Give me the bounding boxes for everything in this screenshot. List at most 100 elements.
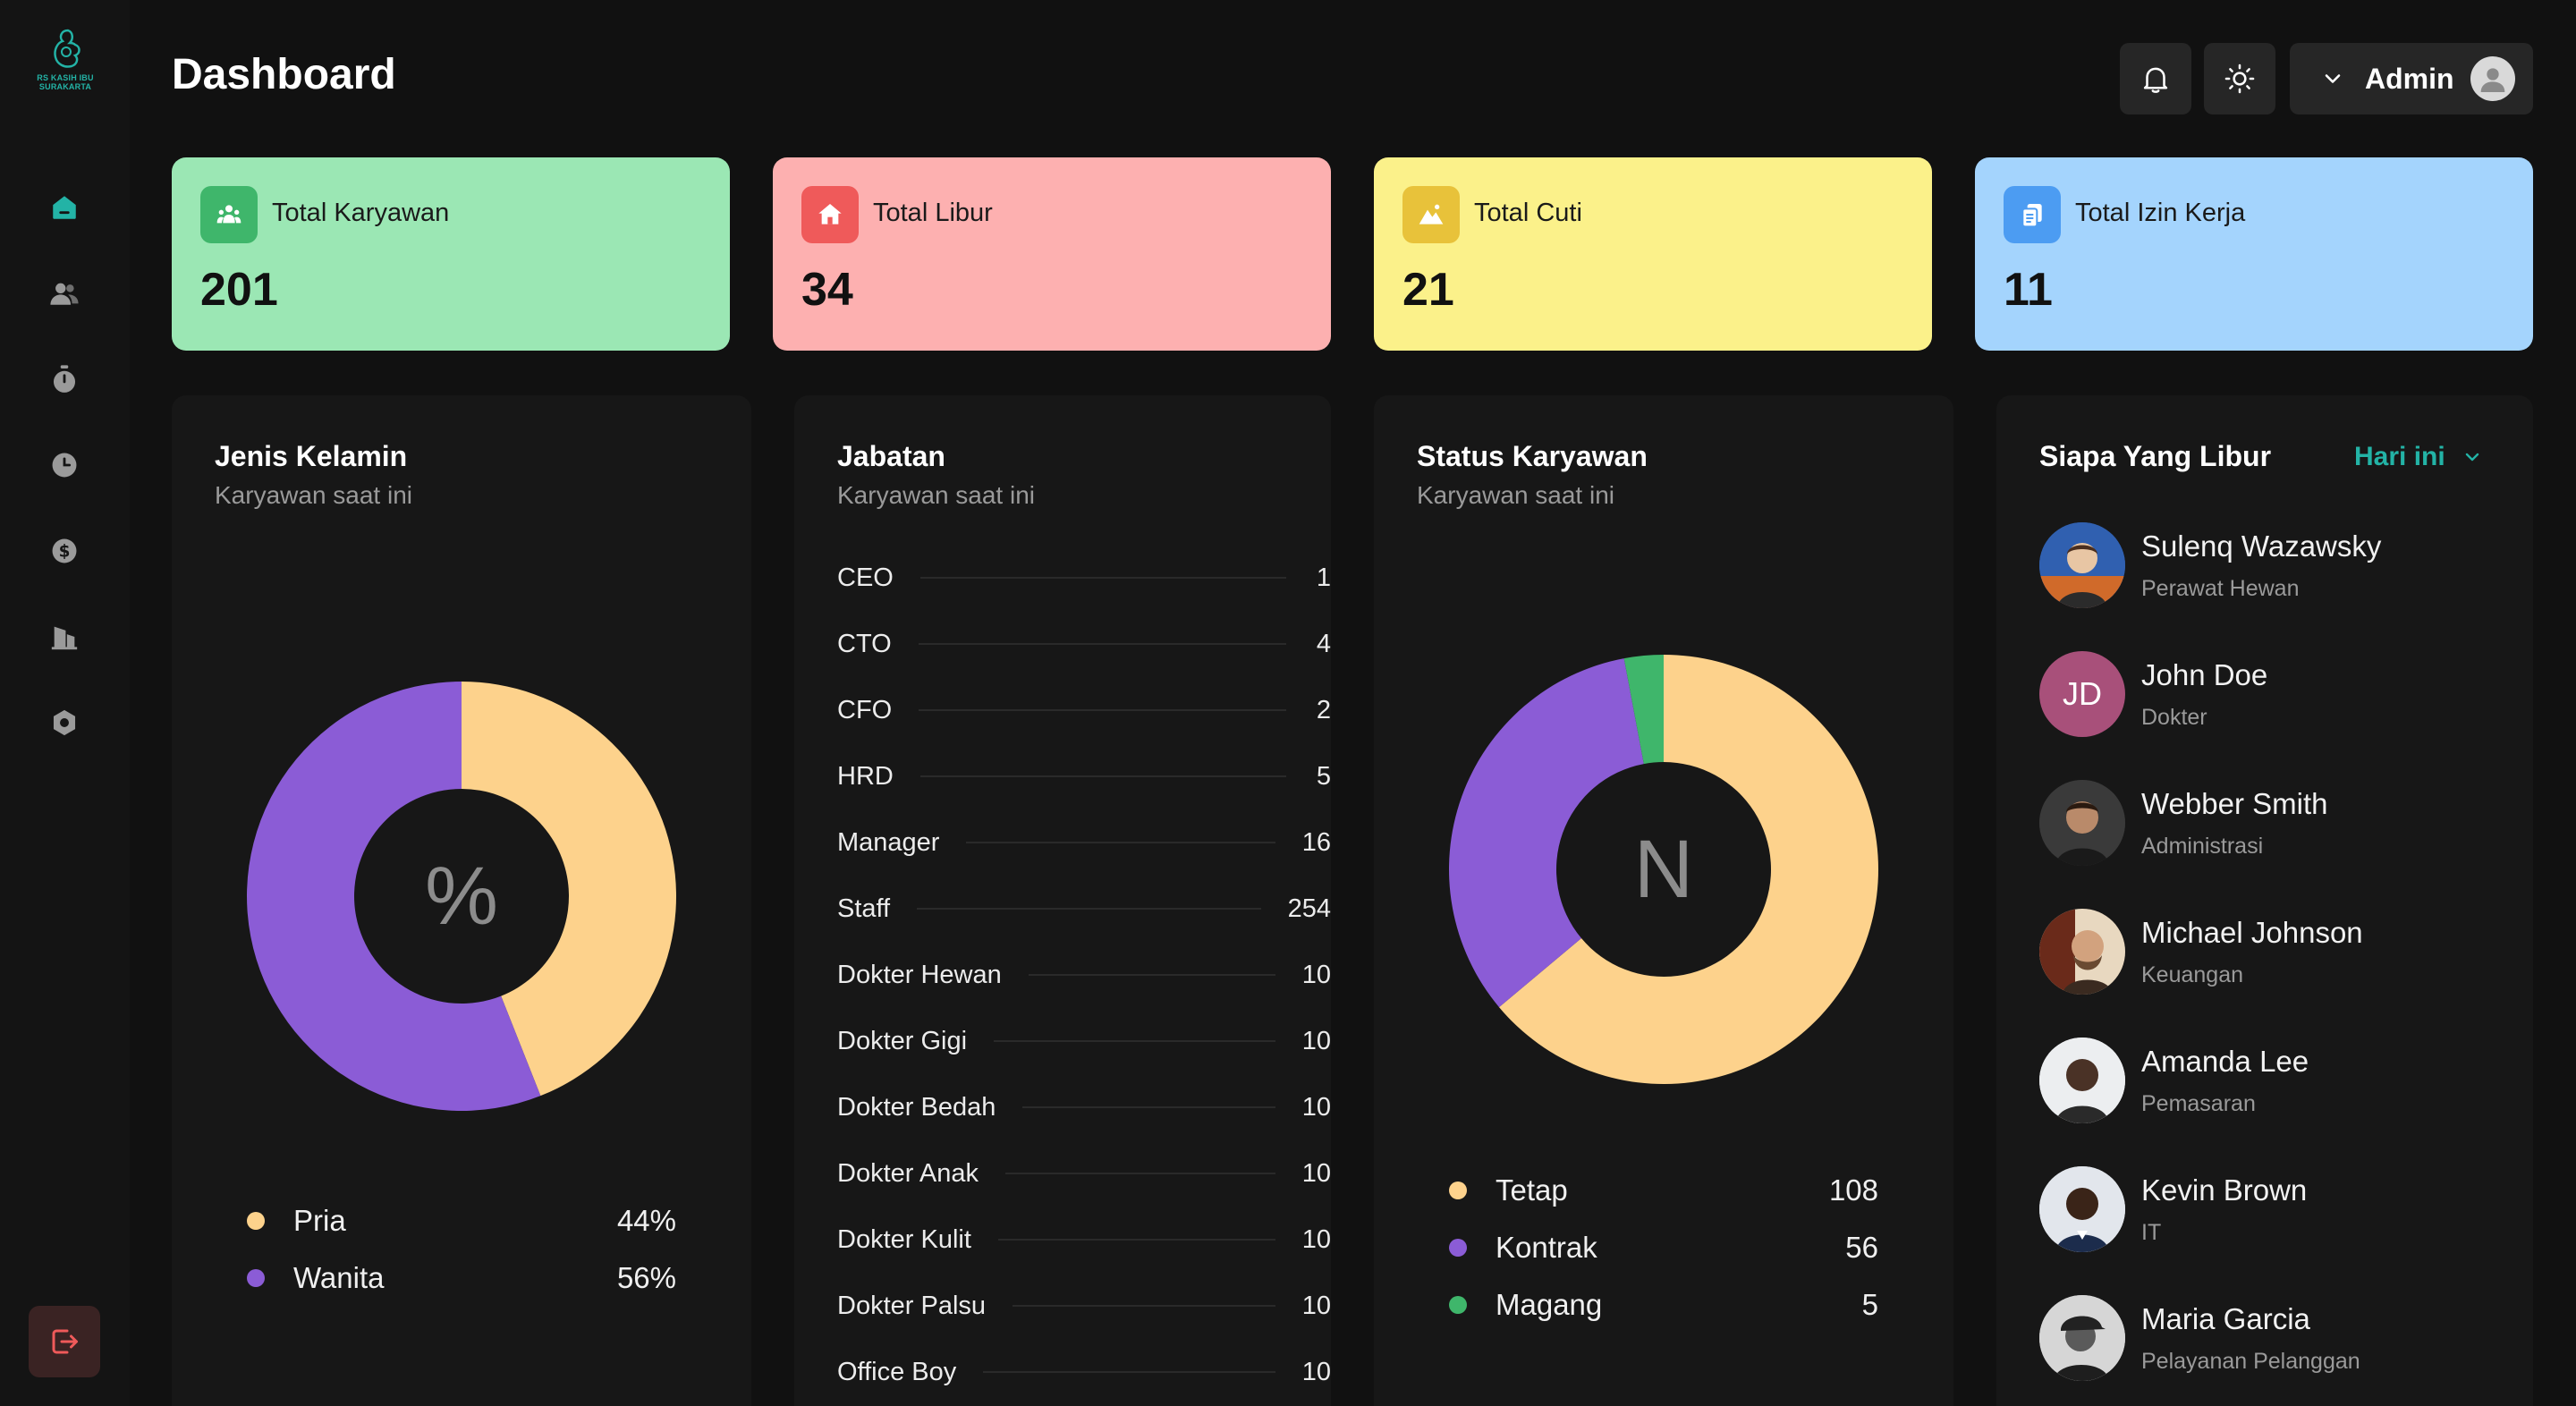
- stat-icon-box: [200, 186, 258, 243]
- chevron-down-icon: [2465, 453, 2479, 462]
- panel-subtitle: Karyawan saat ini: [837, 481, 1036, 509]
- sidebar-item-departments[interactable]: [45, 617, 84, 656]
- person-item[interactable]: Kevin Brown IT: [2039, 1165, 2307, 1254]
- avatar: JD: [2039, 651, 2125, 737]
- legend-label: Tetap: [1496, 1173, 1568, 1207]
- job-count: 10: [1301, 1291, 1331, 1320]
- panel-subtitle: Karyawan saat ini: [1417, 481, 1615, 509]
- person-item[interactable]: Maria Garcia Pelayanan Pelanggan: [2039, 1293, 2360, 1383]
- stat-icon-box: [2004, 186, 2061, 243]
- job-label: Staff: [837, 894, 891, 923]
- job-count: 5: [1316, 761, 1331, 791]
- legend-value: 56: [1845, 1231, 1878, 1264]
- job-label: Dokter Palsu: [837, 1291, 987, 1320]
- row-divider: [1022, 1106, 1275, 1108]
- list-item: Dokter Anak 10: [837, 1156, 1331, 1191]
- theme-toggle-button[interactable]: [2204, 43, 2275, 114]
- list-item: Dokter Kulit 10: [837, 1222, 1331, 1258]
- user-avatar-icon: [2480, 68, 2504, 92]
- row-divider: [919, 709, 1286, 711]
- row-divider: [918, 643, 1286, 645]
- person-role: Perawat Hewan: [2141, 575, 2300, 601]
- row-divider: [994, 1040, 1275, 1042]
- person-photo: [2039, 780, 2125, 866]
- logo-mother-child-icon: [54, 29, 80, 68]
- legend-dot: [247, 1269, 265, 1287]
- sidebar-item-settings[interactable]: [45, 703, 84, 742]
- avatar: [2039, 1295, 2125, 1381]
- legend-value: 44%: [616, 1204, 676, 1237]
- donut-center-symbol: %: [425, 850, 498, 942]
- person-item[interactable]: Webber Smith Administrasi: [2039, 778, 2327, 868]
- libur-panel: Siapa Yang Libur Hari ini Sulenq Wazawsk…: [1996, 395, 2533, 1406]
- logout-button[interactable]: [29, 1306, 100, 1377]
- legend-dot: [1449, 1182, 1467, 1199]
- row-divider: [917, 908, 1261, 910]
- legend-item: Kontrak: [1449, 1231, 1597, 1265]
- stat-label: Total Libur: [873, 199, 993, 227]
- sidebar: RS KASIH IBU SURAKARTA $: [0, 0, 130, 1406]
- panel-title: Status Karyawan: [1417, 440, 1648, 472]
- sidebar-item-history[interactable]: [45, 445, 84, 485]
- person-item[interactable]: Amanda Lee Pemasaran: [2039, 1036, 2309, 1125]
- avatar: [2039, 522, 2125, 608]
- documents-icon: [2021, 204, 2042, 228]
- job-label: HRD: [837, 761, 894, 791]
- row-divider: [1004, 1173, 1275, 1174]
- jabatan-panel: Jabatan Karyawan saat ini CEO 1 CTO 4 CFO 2…: [794, 395, 1331, 1406]
- job-label: Dokter Kulit: [837, 1224, 971, 1254]
- row-divider: [1028, 974, 1275, 976]
- avatar: [2039, 1166, 2125, 1252]
- svg-text:$: $: [59, 542, 71, 561]
- list-item: Office Boy 10: [837, 1354, 1331, 1390]
- gender-panel: Jenis Kelamin Karyawan saat ini % Pria 4…: [172, 395, 751, 1406]
- job-count: 4: [1316, 629, 1331, 658]
- sidebar-item-attendance[interactable]: [45, 360, 84, 399]
- person-name: John Doe: [2141, 657, 2268, 691]
- donut-center-symbol: N: [1633, 823, 1694, 915]
- job-count: 2: [1316, 695, 1331, 724]
- stat-card-total-izin-kerja[interactable]: Total Izin Kerja 11: [1975, 157, 2533, 351]
- legend-item: Pria: [247, 1204, 346, 1238]
- notification-button[interactable]: [2120, 43, 2191, 114]
- list-item: Dokter Hewan 10: [837, 957, 1331, 993]
- legend-value: 108: [1828, 1173, 1878, 1207]
- stat-value: 201: [200, 264, 278, 316]
- sidebar-item-payroll[interactable]: $: [45, 531, 84, 571]
- list-item: HRD 5: [837, 758, 1331, 794]
- app-logo[interactable]: RS KASIH IBU SURAKARTA: [27, 27, 104, 98]
- legend-dot: [247, 1212, 265, 1230]
- job-count: 10: [1301, 960, 1331, 989]
- person-name: Sulenq Wazawsky: [2141, 529, 2382, 563]
- panel-title: Jabatan: [837, 440, 945, 472]
- user-avatar: [2470, 56, 2515, 101]
- person-photo: [2039, 1166, 2125, 1252]
- row-divider: [919, 577, 1286, 579]
- stat-card-total-cuti[interactable]: Total Cuti 21: [1374, 157, 1932, 351]
- period-filter-dropdown[interactable]: Hari ini: [2354, 442, 2483, 472]
- mountain-icon: [1419, 204, 1444, 224]
- job-label: Dokter Bedah: [837, 1092, 996, 1122]
- person-item[interactable]: Sulenq Wazawsky Perawat Hewan: [2039, 521, 2381, 610]
- job-label: Manager: [837, 827, 940, 857]
- person-item[interactable]: JD John Doe Dokter: [2039, 649, 2267, 739]
- job-count: 1: [1316, 563, 1331, 592]
- person-photo: [2039, 909, 2125, 995]
- person-item[interactable]: Michael Johnson Keuangan: [2039, 907, 2363, 996]
- legend-item: Magang: [1449, 1288, 1602, 1322]
- stat-card-total-karyawan[interactable]: Total Karyawan 201: [172, 157, 730, 351]
- job-count: 10: [1301, 1026, 1331, 1055]
- user-menu-button[interactable]: Admin: [2290, 43, 2533, 114]
- stat-value: 34: [801, 264, 853, 316]
- stopwatch-icon: [53, 365, 76, 393]
- legend-label: Magang: [1496, 1288, 1603, 1321]
- logo-text-line-2: SURAKARTA: [38, 82, 92, 91]
- sidebar-item-home[interactable]: [45, 188, 84, 227]
- stat-card-total-libur[interactable]: Total Libur 34: [773, 157, 1331, 351]
- legend-dot: [1449, 1296, 1467, 1314]
- sidebar-item-users[interactable]: [45, 274, 84, 313]
- legend-label: Pria: [293, 1204, 346, 1237]
- list-item: Dokter Gigi 10: [837, 1023, 1331, 1059]
- person-role: Dokter: [2141, 704, 2207, 730]
- list-item: Manager 16: [837, 825, 1331, 860]
